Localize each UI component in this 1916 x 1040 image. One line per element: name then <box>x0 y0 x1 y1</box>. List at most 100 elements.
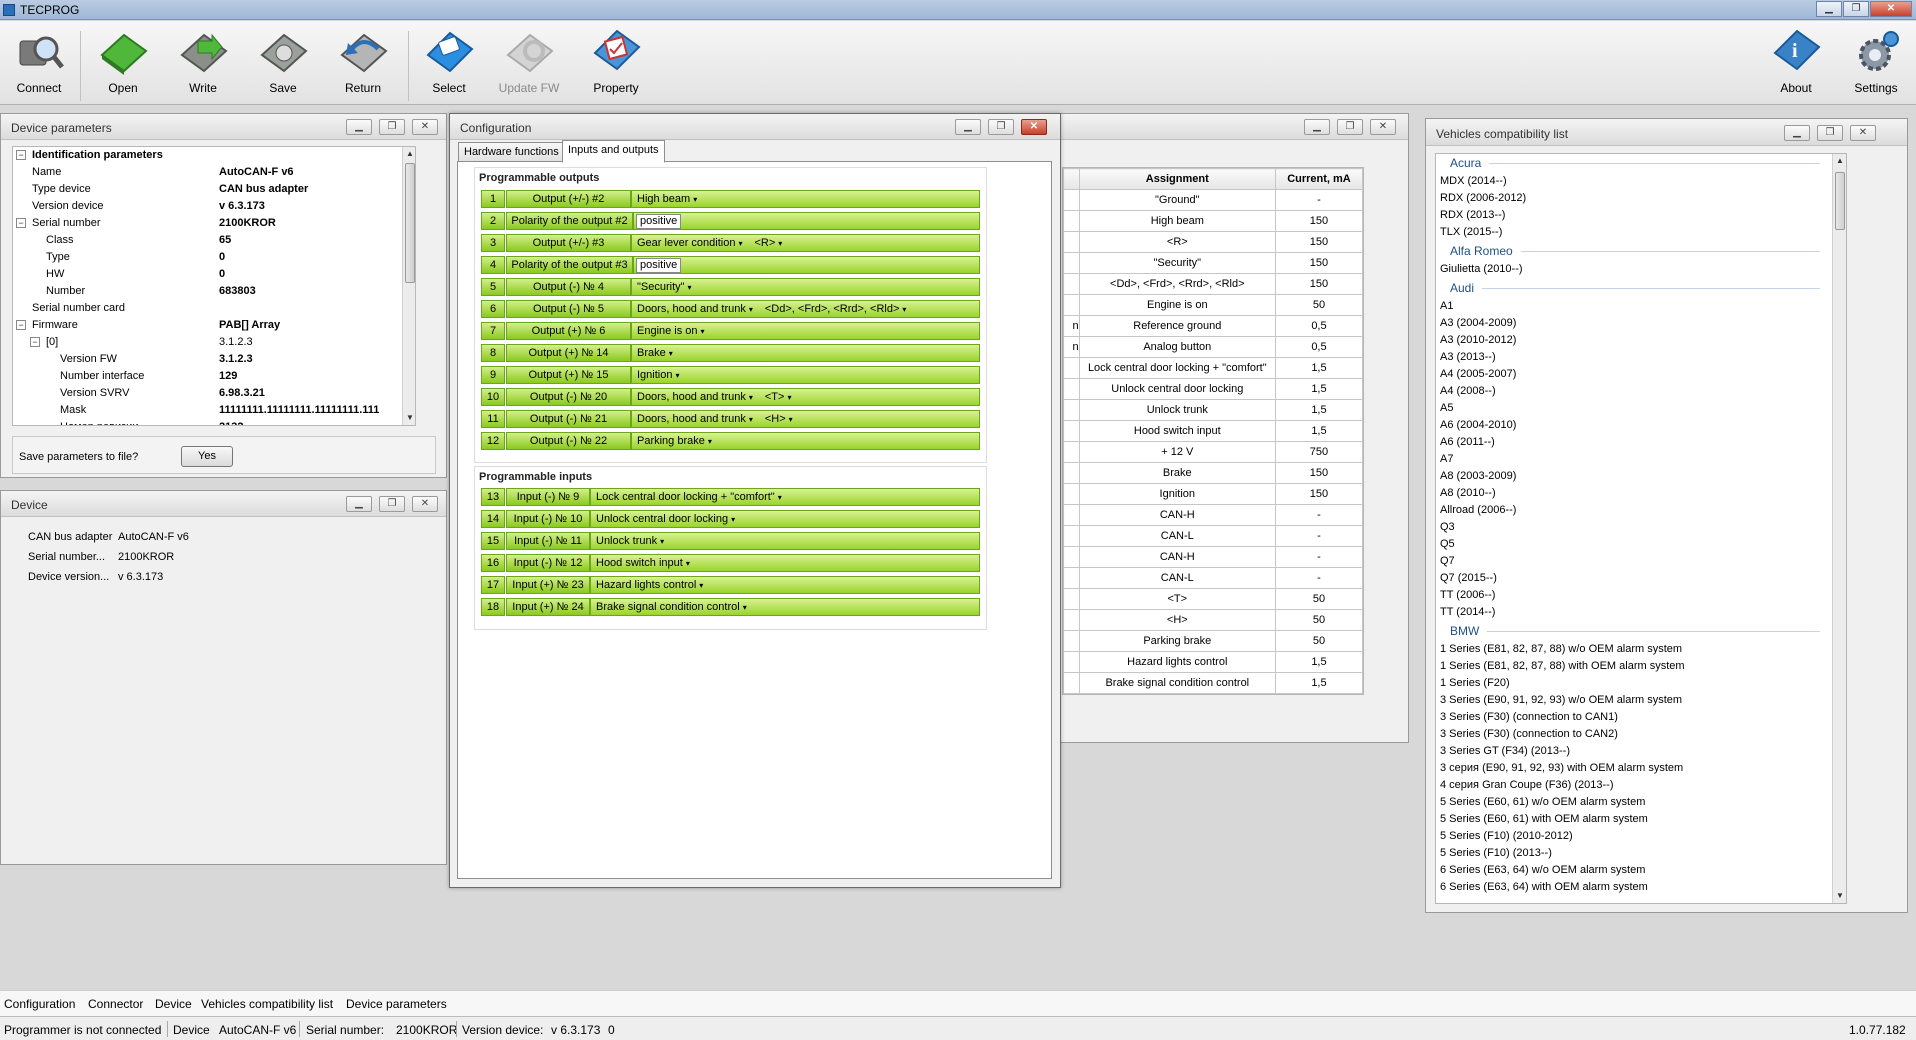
restore-icon[interactable]: ❐ <box>379 496 405 512</box>
settings-button[interactable]: Settings <box>1839 27 1913 103</box>
list-item[interactable]: A1 <box>1440 300 1453 312</box>
output-value-select[interactable]: Doors, hood and trunk ▾ <T> ▾ <box>631 388 980 406</box>
scroll-thumb[interactable] <box>1835 172 1845 230</box>
table-row[interactable]: Hazard lights control 1,5 <box>1063 651 1363 673</box>
tree-row[interactable]: Mask 11111111.11111111.11111111.111 <box>13 402 405 419</box>
maximize-icon[interactable]: ❐ <box>1843 1 1869 17</box>
chevron-down-icon[interactable]: ▾ <box>688 283 692 292</box>
table-row[interactable]: Unlock trunk 1,5 <box>1063 399 1363 421</box>
table-row[interactable]: CAN-H - <box>1063 504 1363 526</box>
list-item[interactable]: A3 (2010-2012) <box>1440 334 1516 346</box>
minimize-icon[interactable]: ▁ <box>1816 1 1842 17</box>
tree-row[interactable]: − Firmware PAB[] Array <box>13 317 405 334</box>
window-tab-connector[interactable]: Connector <box>88 997 143 1011</box>
table-row[interactable]: CAN-L - <box>1063 525 1363 547</box>
table-row[interactable]: Brake signal condition control 1,5 <box>1063 672 1363 694</box>
input-row[interactable]: 16 Input (-) № 12 Hood switch input ▾ <box>481 554 980 572</box>
list-item[interactable]: RDX (2013--) <box>1440 209 1505 221</box>
chevron-down-icon[interactable]: ▾ <box>749 305 753 314</box>
list-item[interactable]: 3 Series (F30) (connection to CAN2) <box>1440 728 1618 740</box>
property-button[interactable]: Property <box>579 27 653 103</box>
list-item[interactable]: 5 Series (E60, 61) with OEM alarm system <box>1440 813 1648 825</box>
output-value-select[interactable]: Gear lever condition ▾ <R> ▾ <box>631 234 980 252</box>
scroll-thumb[interactable] <box>405 163 415 283</box>
output-value-select[interactable]: "Security" ▾ <box>631 278 980 296</box>
chevron-down-icon[interactable]: ▾ <box>675 371 679 380</box>
table-row[interactable]: Parking brake 50 <box>1063 630 1363 652</box>
chevron-down-icon[interactable]: ▾ <box>669 349 673 358</box>
table-row[interactable]: Brake 150 <box>1063 462 1363 484</box>
minimize-icon[interactable]: ▁ <box>346 496 372 512</box>
output-row[interactable]: 12 Output (-) № 22 Parking brake ▾ <box>481 432 980 450</box>
output-value-select[interactable]: Parking brake ▾ <box>631 432 980 450</box>
tree-row[interactable]: Number 683803 <box>13 283 405 300</box>
tree-row[interactable]: Serial number card <box>13 300 405 317</box>
window-tab-device-parameters[interactable]: Device parameters <box>346 997 447 1011</box>
input-value-select[interactable]: Unlock central door locking ▾ <box>590 510 980 528</box>
window-tab-device[interactable]: Device <box>155 997 192 1011</box>
input-value-select[interactable]: Brake signal condition control ▾ <box>590 598 980 616</box>
chevron-down-icon[interactable]: ▾ <box>749 415 753 424</box>
collapse-icon[interactable]: − <box>30 337 40 347</box>
list-item[interactable]: 3 Series (F30) (connection to CAN1) <box>1440 711 1618 723</box>
table-row[interactable]: Lock central door locking + "comfort" 1,5 <box>1063 357 1363 379</box>
table-row[interactable]: Unlock central door locking 1,5 <box>1063 378 1363 400</box>
table-row[interactable]: + 12 V 750 <box>1063 441 1363 463</box>
chevron-down-icon[interactable]: ▾ <box>660 537 664 546</box>
list-item[interactable]: A6 (2004-2010) <box>1440 419 1516 431</box>
table-row[interactable]: Engine is on 50 <box>1063 294 1363 316</box>
tree-row[interactable]: Class 65 <box>13 232 405 249</box>
tree-row[interactable]: Номер ревизии 2132 <box>13 419 405 425</box>
list-item[interactable]: Q3 <box>1440 521 1455 533</box>
list-item[interactable]: 3 серия (E90, 91, 92, 93) with OEM alarm… <box>1440 762 1683 774</box>
input-row[interactable]: 17 Input (+) № 23 Hazard lights control ▾ <box>481 576 980 594</box>
table-row[interactable]: Hood switch input 1,5 <box>1063 420 1363 442</box>
input-row[interactable]: 13 Input (-) № 9 Lock central door locking… <box>481 488 980 506</box>
chevron-down-icon[interactable]: ▾ <box>708 437 712 446</box>
list-item[interactable]: 3 Series (E90, 91, 92, 93) w/o OEM alarm… <box>1440 694 1682 706</box>
output-value-select[interactable]: Engine is on ▾ <box>631 322 980 340</box>
connect-button[interactable]: Connect <box>2 27 76 103</box>
polarity-value[interactable]: positive <box>636 258 682 273</box>
minimize-icon[interactable]: ▁ <box>955 119 981 135</box>
list-item[interactable]: Q7 <box>1440 555 1455 567</box>
close-icon[interactable]: ✕ <box>412 496 438 512</box>
tab-inputs-and-outputs[interactable]: Inputs and outputs <box>562 140 665 163</box>
minimize-icon[interactable]: ▁ <box>1304 119 1330 135</box>
list-item[interactable]: A3 (2013--) <box>1440 351 1496 363</box>
about-button[interactable]: i About <box>1759 27 1833 103</box>
tree-row[interactable]: Number interface 129 <box>13 368 405 385</box>
chevron-down-icon[interactable]: ▾ <box>902 305 906 314</box>
output-value-select[interactable]: Doors, hood and trunk ▾ <H> ▾ <box>631 410 980 428</box>
output-row[interactable]: 10 Output (-) № 20 Doors, hood and trunk ▾ <… <box>481 388 980 406</box>
output-value-select[interactable]: Ignition ▾ <box>631 366 980 384</box>
list-item[interactable]: A8 (2003-2009) <box>1440 470 1516 482</box>
input-value-select[interactable]: Lock central door locking + "comfort" ▾ <box>590 488 980 506</box>
tree-row[interactable]: HW 0 <box>13 266 405 283</box>
table-row[interactable]: <H> 50 <box>1063 609 1363 631</box>
tree-row[interactable]: Version SVRV 6.98.3.21 <box>13 385 405 402</box>
restore-icon[interactable]: ❐ <box>1817 125 1843 141</box>
list-item[interactable]: TT (2006--) <box>1440 589 1495 601</box>
table-row[interactable]: <R> 150 <box>1063 231 1363 253</box>
output-row[interactable]: 8 Output (+) № 14 Brake ▾ <box>481 344 980 362</box>
output-value-select[interactable]: positive <box>633 212 980 230</box>
output-value-select[interactable]: High beam ▾ <box>631 190 980 208</box>
output-row[interactable]: 11 Output (-) № 21 Doors, hood and trunk ▾ <… <box>481 410 980 428</box>
chevron-down-icon[interactable]: ▾ <box>686 559 690 568</box>
output-row[interactable]: 9 Output (+) № 15 Ignition ▾ <box>481 366 980 384</box>
output-row[interactable]: 4 Polarity of the output #3 positive <box>481 256 980 274</box>
list-item[interactable]: 1 Series (E81, 82, 87, 88) w/o OEM alarm… <box>1440 643 1682 655</box>
tree-row[interactable]: − Identification parameters <box>13 147 405 164</box>
restore-icon[interactable]: ❐ <box>1337 119 1363 135</box>
list-item[interactable]: Allroad (2006--) <box>1440 504 1516 516</box>
table-row[interactable]: n Reference ground 0,5 <box>1063 315 1363 337</box>
list-item[interactable]: 3 Series GT (F34) (2013--) <box>1440 745 1570 757</box>
restore-icon[interactable]: ❐ <box>379 119 405 135</box>
list-item[interactable]: 1 Series (F20) <box>1440 677 1510 689</box>
input-value-select[interactable]: Hazard lights control ▾ <box>590 576 980 594</box>
tree-row[interactable]: Version FW 3.1.2.3 <box>13 351 405 368</box>
chevron-down-icon[interactable]: ▾ <box>731 515 735 524</box>
chevron-down-icon[interactable]: ▾ <box>778 239 782 248</box>
table-row[interactable]: CAN-H - <box>1063 546 1363 568</box>
